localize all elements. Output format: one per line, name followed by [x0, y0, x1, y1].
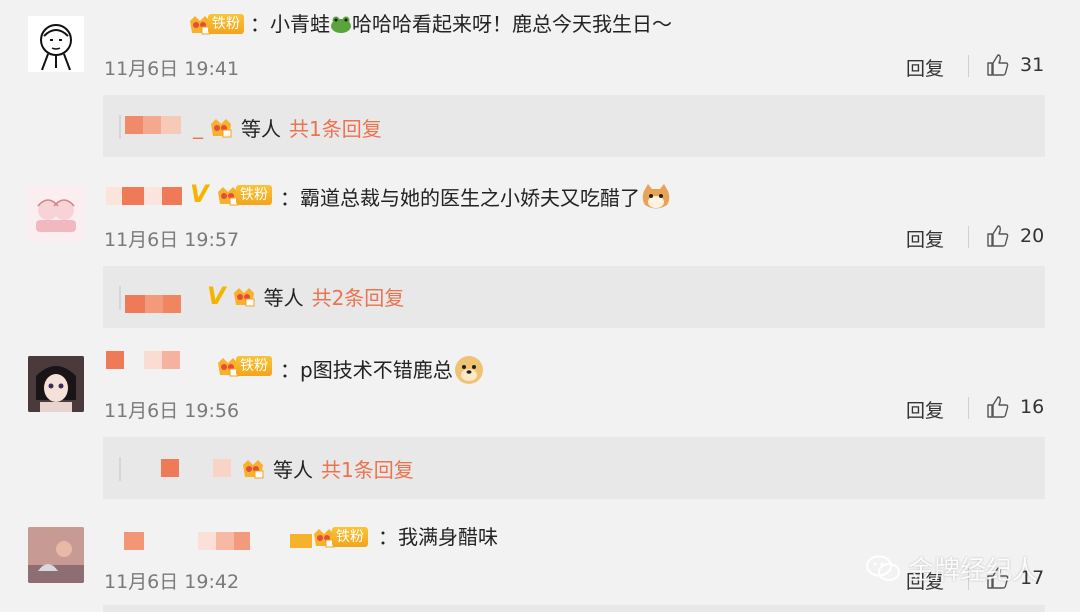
fan-badge: 铁粉 [290, 525, 368, 549]
fan-label: 铁粉 [236, 356, 272, 376]
comment-text: ：小青蛙 哈哈哈看起来呀！鹿总今天我生日～ [250, 12, 672, 36]
reply-button[interactable]: 回复 [906, 225, 944, 252]
avatar[interactable] [28, 527, 84, 583]
avatar[interactable] [28, 356, 84, 412]
divider [968, 55, 969, 77]
thumbs-up-icon[interactable] [986, 395, 1010, 419]
reply-username-mosaic [125, 294, 181, 314]
watermark-text: 金牌经纪人 [908, 556, 1039, 586]
comment-text: ：p图技术不错鹿总 [280, 354, 485, 384]
reply-people-label: 等人 [263, 285, 304, 310]
crown-icon [233, 288, 255, 307]
fan-badge: 铁粉 [188, 12, 244, 36]
reply-summary-box[interactable]: _ 等人 共1条回复 [103, 95, 1045, 157]
fan-badge: 铁粉 [216, 354, 272, 378]
reply-people-label: 等人 [241, 116, 281, 141]
comment-text: ：我满身醋味 [378, 525, 498, 549]
reply-summary: 等人 共1条回复 [207, 113, 382, 142]
doge-emoji-icon [453, 354, 485, 384]
reply-summary-box[interactable]: V 等人 共2条回复 [103, 266, 1045, 328]
photo-avatar-icon [28, 527, 84, 583]
comment-time: 11月6日 19:42 [104, 571, 240, 593]
watermark: 金牌经纪人 [866, 550, 1038, 587]
avatar[interactable] [28, 16, 84, 72]
verified-v-icon: V [207, 282, 226, 310]
frog-emoji-icon [330, 14, 352, 33]
username-mosaic [106, 350, 180, 370]
reply-indent-bar [119, 286, 121, 310]
like-count: 31 [1020, 54, 1045, 76]
reply-prefix: _ [193, 115, 203, 139]
reply-people-label: 等人 [273, 457, 313, 482]
comment-text-part: ：p图技术不错鹿总 [280, 358, 453, 382]
cat-emoji-icon [640, 183, 672, 211]
reply-summary-box-partial [103, 605, 1045, 612]
fan-badge: 铁粉 [216, 183, 272, 207]
username-mosaic-tail [290, 534, 312, 548]
reply-indent-bar [119, 457, 121, 481]
comment-text-part: ：小青蛙 [250, 12, 330, 36]
reply-count-link[interactable]: 共1条回复 [321, 454, 414, 483]
username-mosaic [106, 186, 182, 206]
reply-button[interactable]: 回复 [906, 54, 944, 81]
comment-time: 11月6日 19:57 [104, 229, 240, 251]
reply-indent-bar [119, 115, 121, 139]
avatar[interactable] [28, 186, 84, 242]
reply-count-link[interactable]: 共2条回复 [312, 282, 405, 311]
reply-username-mosaic [161, 458, 231, 478]
comment-text-part: 哈哈哈看起来呀！鹿总今天我生日～ [352, 12, 672, 36]
crown-icon [211, 119, 232, 138]
reply-summary-box[interactable]: 等人 共1条回复 [103, 437, 1045, 499]
divider [968, 226, 969, 248]
crown-icon [243, 460, 264, 479]
like-count: 16 [1020, 396, 1045, 418]
comment-text: ：霸道总裁与她的医生之小娇夫又吃醋了 [280, 183, 672, 211]
divider [968, 397, 969, 419]
fan-label: 铁粉 [208, 14, 244, 34]
comment-time: 11月6日 19:56 [104, 400, 240, 422]
username-mosaic [124, 531, 250, 551]
wechat-icon [866, 555, 900, 581]
reply-button[interactable]: 回复 [906, 396, 944, 423]
thumbs-up-icon[interactable] [986, 53, 1010, 77]
comment-time: 11月6日 19:41 [104, 58, 240, 80]
like-count: 20 [1020, 225, 1045, 247]
reply-username-mosaic [125, 115, 181, 135]
reply-summary: V 等人 共2条回复 [207, 282, 405, 311]
comment-text-part: ：霸道总裁与她的医生之小娇夫又吃醋了 [280, 186, 640, 210]
cartoon-avatar-icon [36, 199, 76, 232]
doodle-avatar-icon [40, 24, 72, 71]
verified-v-icon: V [190, 180, 209, 208]
thumbs-up-icon[interactable] [986, 224, 1010, 248]
reply-count-link[interactable]: 共1条回复 [289, 113, 382, 142]
fan-label: 铁粉 [332, 527, 368, 547]
fan-label: 铁粉 [236, 185, 272, 205]
reply-summary: 等人 共1条回复 [239, 454, 414, 483]
anime-avatar-icon [28, 356, 84, 412]
